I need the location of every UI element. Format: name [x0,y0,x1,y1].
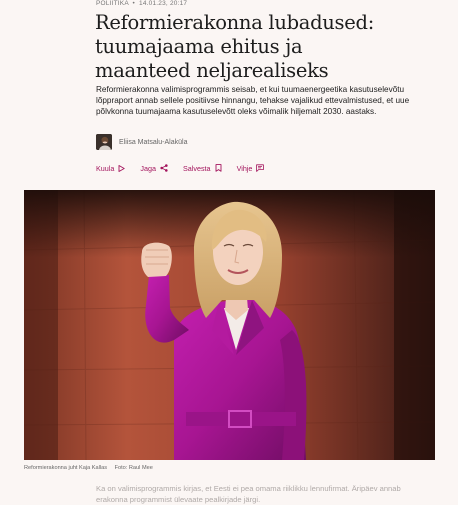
share-button[interactable]: Jaga [140,164,168,173]
bookmark-icon [215,164,222,172]
share-icon [160,164,168,172]
category-link[interactable]: Poliitika [96,0,129,7]
listen-label: Kuula [96,163,115,173]
publish-date: 14.01.23, 20:17 [139,0,188,7]
article-actions: Kuula Jaga Salvesta Vihje [96,163,279,173]
comment-icon [256,164,265,172]
play-icon [118,164,126,172]
meta-separator: • [132,0,136,7]
author-name[interactable]: Eliisa Matsalu-Alaküla [119,139,187,146]
article-title: Reformierakonna lubadused: tuumajaama eh… [95,11,374,82]
share-label: Jaga [140,163,156,173]
article-photo[interactable] [24,190,435,460]
article-body-preview: Ka on valimisprogrammis kirjas, et Eesti… [96,484,401,504]
article-meta: Poliitika • 14.01.23, 20:17 [96,0,187,7]
avatar [96,134,112,150]
photo-credit: Foto: Raul Mee [114,465,153,471]
tip-button[interactable]: Vihje [237,164,265,173]
save-label: Salvesta [182,163,211,173]
photo-caption: Reformierakonna juht Kaja Kallas Foto: R… [24,465,153,471]
save-button[interactable]: Salvesta [183,164,222,173]
author-block[interactable]: Eliisa Matsalu-Alaküla [96,134,187,150]
article-lead: Reformierakonna valimisprogrammis seisab… [96,85,410,117]
caption-text: Reformierakonna juht Kaja Kallas [24,465,108,471]
article: Poliitika • 14.01.23, 20:17 Reformierako… [0,0,458,504]
tip-label: Vihje [236,163,253,173]
listen-button[interactable]: Kuula [96,163,126,173]
